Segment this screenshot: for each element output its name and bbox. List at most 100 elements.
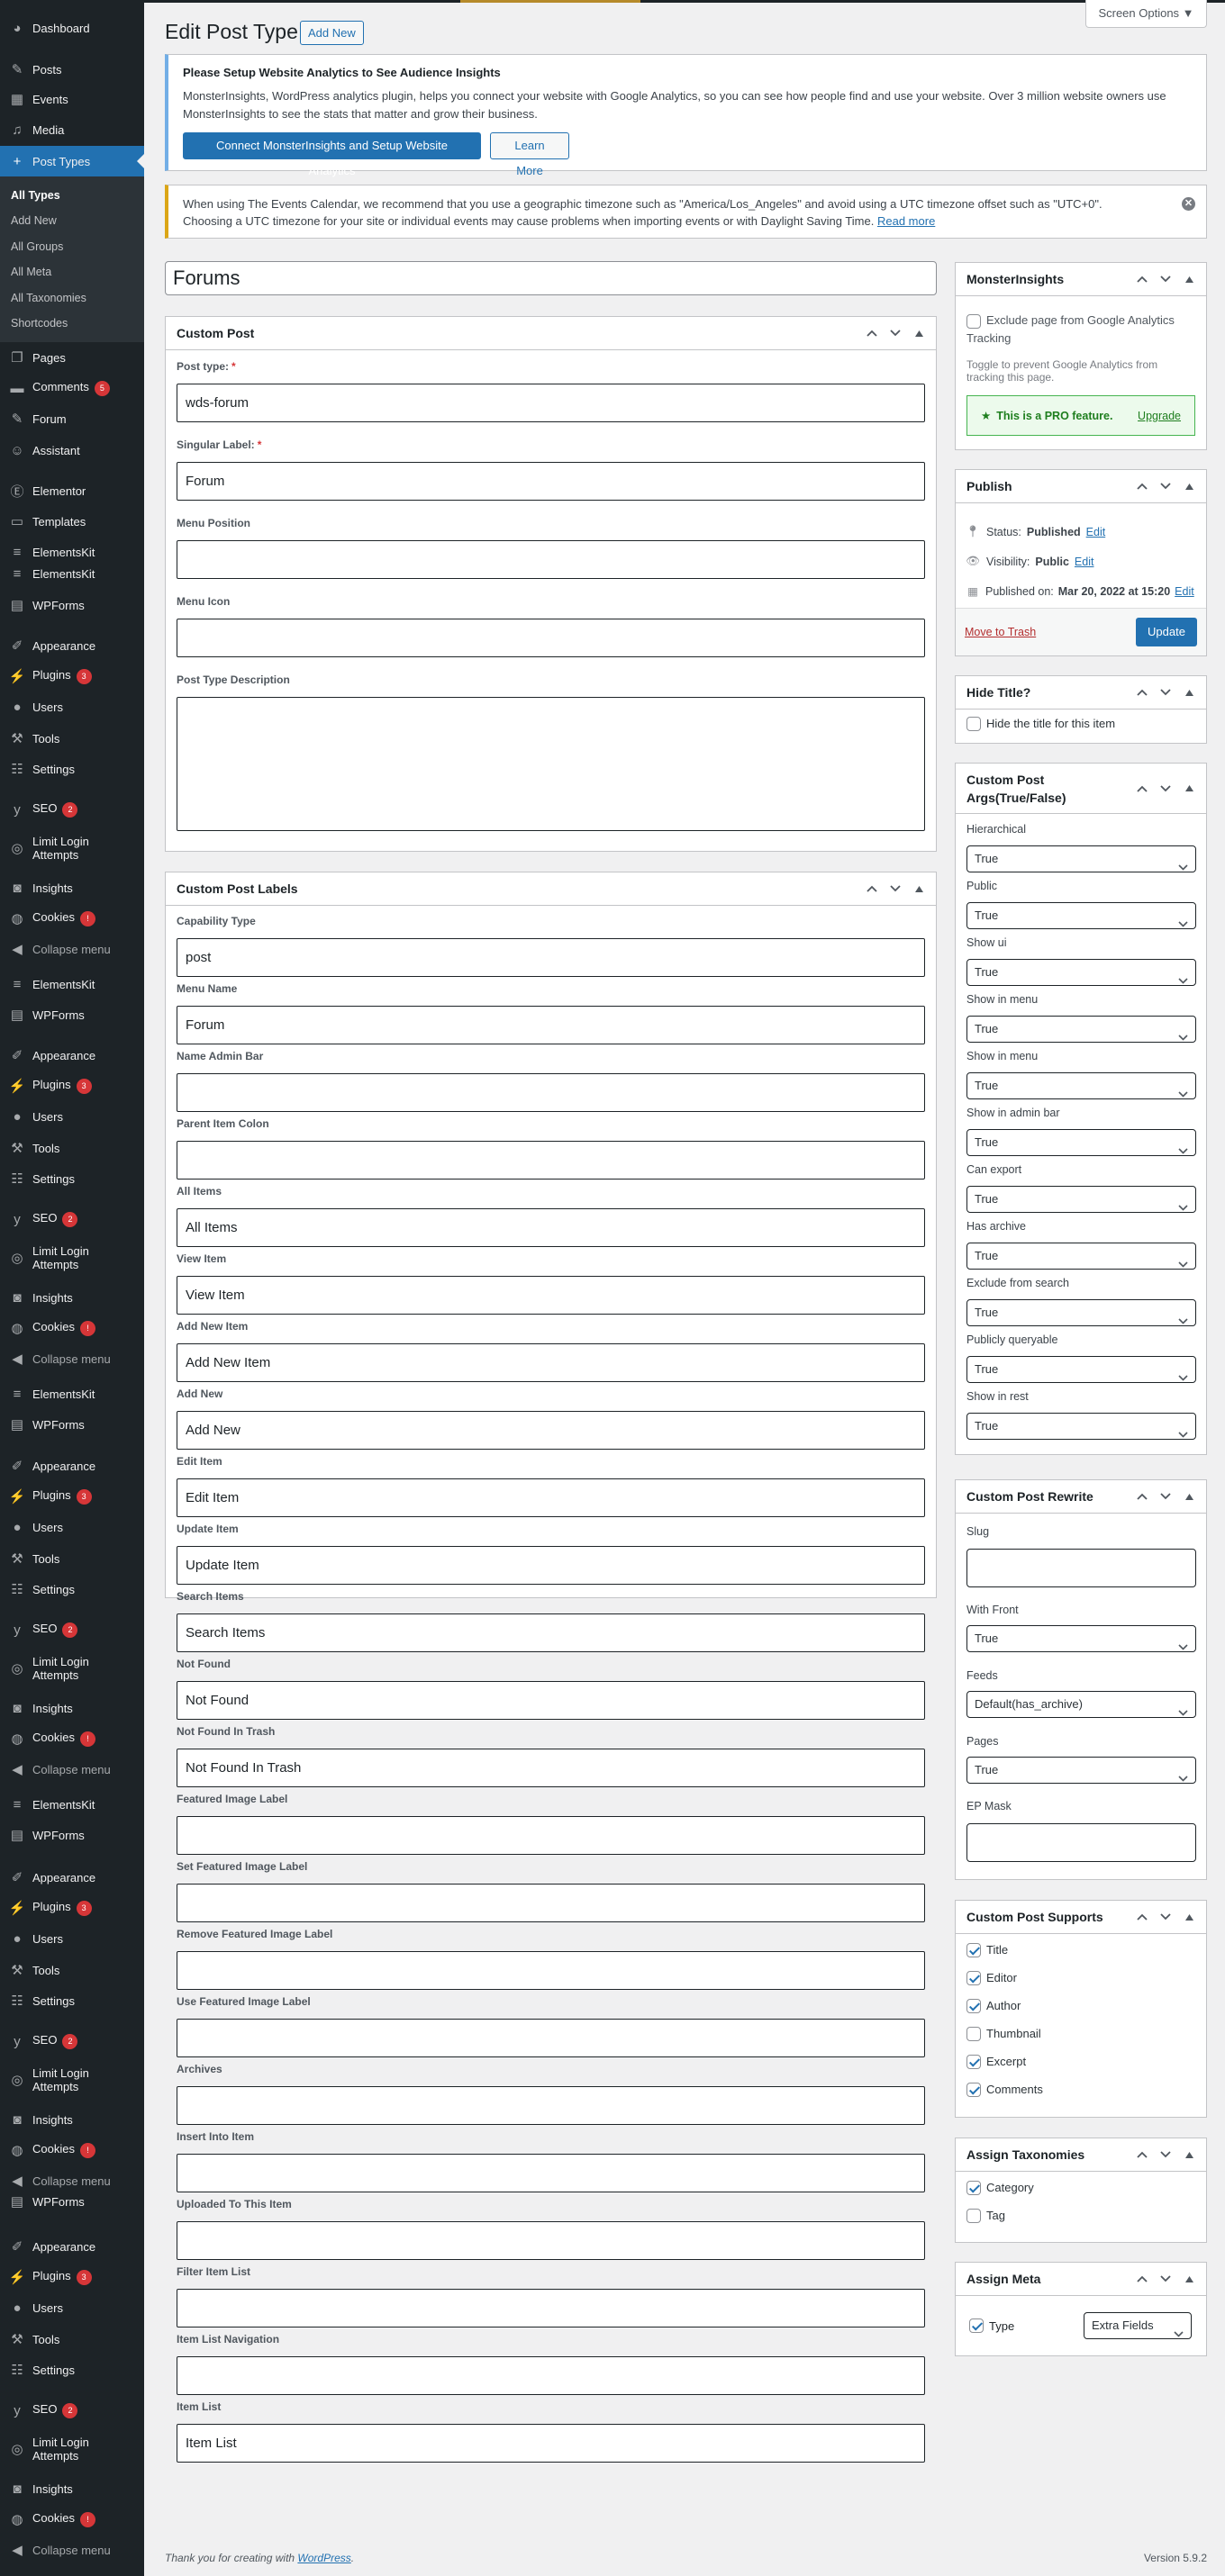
sidebar-item-plugins[interactable]: ⚡ Plugins 3 <box>0 1071 144 1101</box>
sidebar-item-limit-login-attempts[interactable]: ◎ Limit Login Attempts <box>0 1240 144 1276</box>
sidebar-item-assistant[interactable]: ☺ Assistant <box>0 435 144 465</box>
show-in-admin-bar-select[interactable]: True <box>966 1129 1196 1156</box>
chevron-down-icon[interactable] <box>887 330 903 337</box>
sidebar-item-cookies[interactable]: ◍ Cookies! <box>0 2504 144 2535</box>
use-featured-image-label-input[interactable] <box>177 2019 925 2057</box>
exclude-tracking-checkbox[interactable] <box>966 313 981 329</box>
excerpt-checkbox[interactable] <box>966 2054 981 2069</box>
menu-position-input[interactable] <box>177 540 925 579</box>
show-in-rest-select[interactable]: True <box>966 1413 1196 1440</box>
submenu-item-shortcodes[interactable]: Shortcodes <box>11 314 68 332</box>
not-found-in-trash-input[interactable]: Not Found In Trash <box>177 1749 925 1787</box>
featured-image-label-input[interactable] <box>177 1816 925 1855</box>
chevron-down-icon[interactable] <box>1157 1913 1174 1921</box>
sidebar-item-seo[interactable]: y SEO 2 <box>0 1204 144 1234</box>
sidebar-item-tools[interactable]: ⚒ Tools <box>0 1543 144 1574</box>
sidebar-item-collapse-menu[interactable]: ◀ Collapse menu <box>0 934 144 964</box>
chevron-down-icon[interactable] <box>887 885 903 892</box>
meta-type-select[interactable]: Extra Fields <box>1084 2312 1192 2339</box>
sidebar-item-limit-login-attempts[interactable]: ◎ Limit Login Attempts <box>0 830 144 866</box>
sidebar-item-appearance[interactable]: ✐ Appearance <box>0 630 144 661</box>
sidebar-item-users[interactable]: ● Users <box>0 1101 144 1132</box>
sidebar-item-plugins[interactable]: ⚡ Plugins 3 <box>0 661 144 691</box>
parent-item-colon-input[interactable] <box>177 1141 925 1180</box>
wordpress-link[interactable]: WordPress <box>297 2552 350 2564</box>
sidebar-item-collapse-menu[interactable]: ◀ Collapse menu <box>0 2165 144 2196</box>
toggle-panel-icon[interactable] <box>1181 689 1197 696</box>
editor-checkbox[interactable] <box>966 1970 981 1985</box>
uploaded-to-this-item-input[interactable] <box>177 2221 925 2260</box>
chevron-up-icon[interactable] <box>1134 689 1150 696</box>
toggle-panel-icon[interactable] <box>911 330 927 337</box>
sidebar-item-seo[interactable]: y SEO 2 <box>0 2026 144 2056</box>
tag-checkbox[interactable] <box>966 2208 981 2223</box>
sidebar-item-cookies[interactable]: ◍ Cookies! <box>0 1313 144 1343</box>
sidebar-item-dashboard[interactable]: ◕ Dashboard <box>0 13 144 43</box>
sidebar-item-plugins[interactable]: ⚡ Plugins 3 <box>0 1481 144 1512</box>
chevron-down-icon[interactable] <box>1157 2151 1174 2158</box>
feeds-select[interactable]: Default(has_archive) <box>966 1691 1196 1718</box>
chevron-up-icon[interactable] <box>864 330 880 337</box>
show-in-menu-select[interactable]: True <box>966 1016 1196 1043</box>
toggle-panel-icon[interactable] <box>1181 1913 1197 1921</box>
submenu-item-all-types[interactable]: All Types <box>11 186 60 204</box>
pages-select[interactable]: True <box>966 1757 1196 1784</box>
chevron-down-icon[interactable] <box>1157 483 1174 490</box>
sidebar-item-limit-login-attempts[interactable]: ◎ Limit Login Attempts <box>0 2431 144 2467</box>
chevron-up-icon[interactable] <box>864 885 880 892</box>
sidebar-item-elementor[interactable]: Ⓔ Elementor <box>0 475 144 506</box>
sidebar-item-limit-login-attempts[interactable]: ◎ Limit Login Attempts <box>0 1650 144 1686</box>
sidebar-item-post-types[interactable]: + Post Types <box>0 146 144 176</box>
menu-icon-input[interactable] <box>177 619 925 657</box>
all-items-input[interactable]: All Items <box>177 1208 925 1247</box>
sidebar-item-events[interactable]: ▦ Events <box>0 84 144 114</box>
sidebar-item-appearance[interactable]: ✐ Appearance <box>0 1451 144 1481</box>
sidebar-item-collapse-menu[interactable]: ◀ Collapse menu <box>0 2535 144 2565</box>
add-new-item-input[interactable]: Add New Item <box>177 1343 925 1382</box>
sidebar-item-wpforms[interactable]: ▤ WPForms <box>0 590 144 620</box>
comments-checkbox[interactable] <box>966 2082 981 2097</box>
post-title-input[interactable]: Forums <box>165 261 937 295</box>
name-admin-bar-input[interactable] <box>177 1073 925 1112</box>
chevron-up-icon[interactable] <box>1134 785 1150 792</box>
capability-type-input[interactable]: post <box>177 938 925 977</box>
sidebar-item-settings[interactable]: ☷ Settings <box>0 2355 144 2385</box>
set-featured-image-label-input[interactable] <box>177 1884 925 1922</box>
sidebar-item-elementskit[interactable]: ≡ ElementsKit <box>0 558 144 589</box>
submenu-item-all-groups[interactable]: All Groups <box>11 238 63 256</box>
sidebar-item-appearance[interactable]: ✐ Appearance <box>0 1862 144 1893</box>
sidebar-item-elementskit[interactable]: ≡ ElementsKit <box>0 1789 144 1820</box>
exclude-from-search-select[interactable]: True <box>966 1299 1196 1326</box>
sidebar-item-users[interactable]: ● Users <box>0 1512 144 1542</box>
learn-more-button[interactable]: Learn More <box>490 132 569 177</box>
singular-label-input[interactable]: Forum <box>177 462 925 501</box>
sidebar-item-posts[interactable]: ✎ Posts <box>0 54 144 85</box>
not-found-input[interactable]: Not Found <box>177 1681 925 1720</box>
sidebar-item-plugins[interactable]: ⚡ Plugins 3 <box>0 2262 144 2292</box>
chevron-up-icon[interactable] <box>1134 2275 1150 2282</box>
search-items-input[interactable]: Search Items <box>177 1613 925 1652</box>
update-button[interactable]: Update <box>1136 618 1197 646</box>
submenu-item-all-meta[interactable]: All Meta <box>11 263 51 281</box>
chevron-up-icon[interactable] <box>1134 2151 1150 2158</box>
sidebar-item-tools[interactable]: ⚒ Tools <box>0 1955 144 1985</box>
sidebar-item-tools[interactable]: ⚒ Tools <box>0 1133 144 1163</box>
sidebar-item-users[interactable]: ● Users <box>0 691 144 722</box>
move-to-trash-link[interactable]: Move to Trash <box>965 626 1036 638</box>
chevron-up-icon[interactable] <box>1134 276 1150 283</box>
update-item-input[interactable]: Update Item <box>177 1546 925 1585</box>
category-checkbox[interactable] <box>966 2180 981 2195</box>
sidebar-item-settings[interactable]: ☷ Settings <box>0 1163 144 1194</box>
sidebar-item-insights[interactable]: ◙ Insights <box>0 2104 144 2135</box>
toggle-panel-icon[interactable] <box>1181 276 1197 283</box>
sidebar-item-tools[interactable]: ⚒ Tools <box>0 2324 144 2355</box>
has-archive-select[interactable]: True <box>966 1243 1196 1270</box>
sidebar-item-wpforms[interactable]: ▤ WPForms <box>0 999 144 1030</box>
toggle-panel-icon[interactable] <box>1181 785 1197 791</box>
sidebar-item-forum[interactable]: ✎ Forum <box>0 403 144 434</box>
sidebar-item-seo[interactable]: y SEO 2 <box>0 794 144 825</box>
sidebar-item-templates[interactable]: ▭ Templates <box>0 506 144 537</box>
sidebar-item-settings[interactable]: ☷ Settings <box>0 754 144 784</box>
slug-input[interactable] <box>966 1549 1196 1587</box>
chevron-down-icon[interactable] <box>1157 276 1174 283</box>
